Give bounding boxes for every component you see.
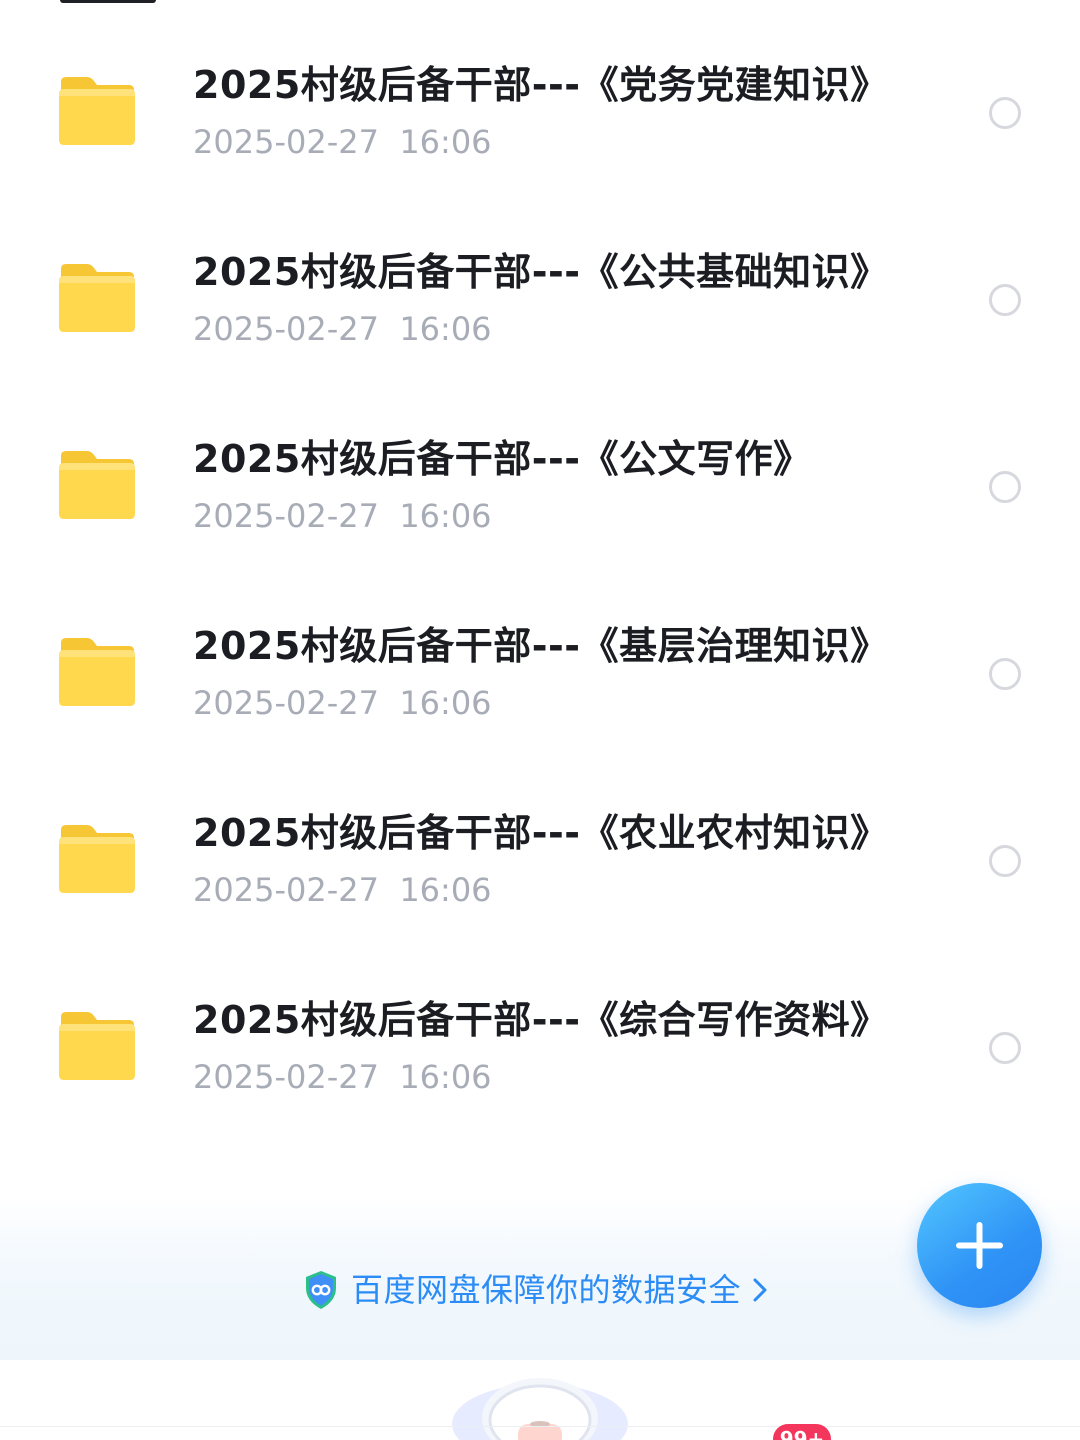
add-button[interactable]	[917, 1183, 1042, 1308]
file-name: 2025村级后备干部---《党务党建知识》	[193, 63, 889, 107]
assistant-mascot-icon[interactable]	[450, 1368, 630, 1440]
file-modified-time: 2025-02-27 16:06	[193, 871, 492, 909]
file-name: 2025村级后备干部---《综合写作资料》	[193, 998, 889, 1042]
file-row[interactable]: 2025村级后备干部---《综合写作资料》 2025-02-27 16:06	[0, 953, 1080, 1140]
file-name: 2025村级后备干部---《公文写作》	[193, 437, 812, 481]
file-row[interactable]: 2025村级后备干部---《基层治理知识》 2025-02-27 16:06	[0, 579, 1080, 766]
file-name: 2025村级后备干部---《农业农村知识》	[193, 811, 889, 855]
file-row[interactable]: 2025村级后备干部---《农业农村知识》 2025-02-27 16:06	[0, 766, 1080, 953]
security-banner-text: 百度网盘保障你的数据安全	[351, 1271, 742, 1309]
file-modified-time: 2025-02-27 16:06	[193, 310, 492, 348]
notification-badge: 99+	[773, 1424, 831, 1440]
file-name: 2025村级后备干部---《基层治理知识》	[193, 624, 889, 668]
file-list-screen: 2025村级后备干部---《党务党建知识》 2025-02-27 16:06 2…	[0, 0, 1080, 1440]
select-radio[interactable]	[989, 284, 1021, 316]
file-modified-time: 2025-02-27 16:06	[193, 497, 492, 535]
file-modified-time: 2025-02-27 16:06	[193, 684, 492, 722]
file-modified-time: 2025-02-27 16:06	[193, 123, 492, 161]
select-radio[interactable]	[989, 1032, 1021, 1064]
select-radio[interactable]	[989, 658, 1021, 690]
top-tab-bar	[0, 0, 1080, 8]
shield-icon	[306, 1271, 336, 1309]
folder-icon	[57, 824, 137, 894]
select-radio[interactable]	[989, 845, 1021, 877]
active-tab-indicator	[60, 0, 156, 3]
file-modified-time: 2025-02-27 16:06	[193, 1058, 492, 1096]
folder-icon	[57, 450, 137, 520]
bottom-nav-divider	[0, 1426, 1080, 1427]
folder-icon	[57, 76, 137, 146]
data-security-link[interactable]: 百度网盘保障你的数据安全	[303, 1266, 769, 1314]
file-name: 2025村级后备干部---《公共基础知识》	[193, 250, 889, 294]
folder-icon	[57, 263, 137, 333]
file-row[interactable]: 2025村级后备干部---《公共基础知识》 2025-02-27 16:06	[0, 205, 1080, 392]
file-list: 2025村级后备干部---《党务党建知识》 2025-02-27 16:06 2…	[0, 18, 1080, 1140]
folder-icon	[57, 637, 137, 707]
folder-icon	[57, 1011, 137, 1081]
bottom-navigation-bar: 99+	[0, 1360, 1080, 1440]
file-row[interactable]: 2025村级后备干部---《公文写作》 2025-02-27 16:06	[0, 392, 1080, 579]
select-radio[interactable]	[989, 471, 1021, 503]
plus-icon	[956, 1222, 1003, 1269]
chevron-right-icon	[753, 1278, 767, 1302]
select-radio[interactable]	[989, 97, 1021, 129]
file-row[interactable]: 2025村级后备干部---《党务党建知识》 2025-02-27 16:06	[0, 18, 1080, 205]
